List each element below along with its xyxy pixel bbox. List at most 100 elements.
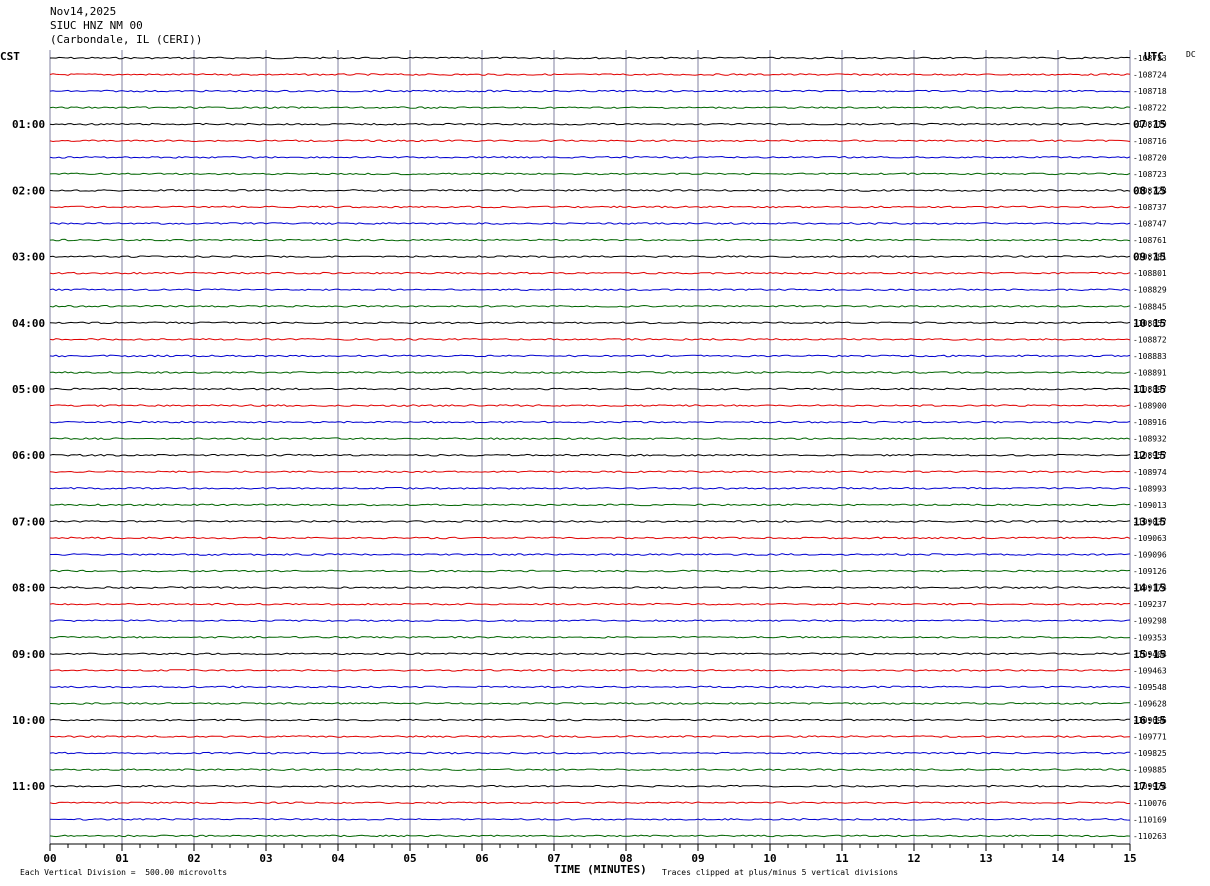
dc-offset-label: -108829 <box>1133 286 1167 295</box>
dc-offset-label: -108845 <box>1133 302 1167 311</box>
dc-offset-label: -110169 <box>1133 815 1167 824</box>
trace-line <box>49 801 1130 805</box>
trace-line <box>49 768 1130 771</box>
trace-line <box>49 751 1130 755</box>
right-hour-label: 11:15 <box>1133 383 1166 396</box>
trace-line <box>49 73 1131 76</box>
trace-line <box>49 834 1131 838</box>
trace-line <box>49 222 1131 225</box>
trace-line <box>50 553 1131 556</box>
trace-line <box>49 89 1131 93</box>
dc-offset-label: -108900 <box>1133 402 1167 411</box>
right-hour-label: 07:15 <box>1133 118 1166 131</box>
trace-line <box>49 569 1131 573</box>
left-hour-label: 03:00 <box>12 251 45 264</box>
trace-line <box>49 321 1131 325</box>
trace-line <box>49 420 1131 424</box>
left-hour-label: 02:00 <box>12 184 45 197</box>
trace-line <box>49 520 1131 523</box>
left-hour-label: 11:00 <box>12 780 45 793</box>
x-tick-label: 15 <box>1123 852 1136 865</box>
dc-offset-label: -110263 <box>1133 832 1167 841</box>
trace-line <box>49 685 1131 689</box>
dc-offset-label: -108801 <box>1133 269 1167 278</box>
dc-offset-label: -108761 <box>1133 236 1167 245</box>
x-tick-label: 03 <box>259 852 272 865</box>
left-hour-label: 10:00 <box>12 714 45 727</box>
trace-line <box>49 635 1131 639</box>
x-tick-label: 00 <box>43 852 56 865</box>
dc-offset-label: -109885 <box>1133 766 1167 775</box>
left-hour-label: 09:00 <box>12 648 45 661</box>
right-hour-label: 17:15 <box>1133 780 1166 793</box>
dc-offset-label: -108872 <box>1133 335 1167 344</box>
x-tick-label: 12 <box>907 852 920 865</box>
scale-note: Each Vertical Division = 500.00 microvol… <box>20 868 228 877</box>
trace-line <box>49 106 1131 109</box>
trace-line <box>49 205 1131 209</box>
right-hour-label: 08:15 <box>1133 184 1166 197</box>
left-hour-label: 04:00 <box>12 317 45 330</box>
x-tick-label: 11 <box>835 852 849 865</box>
x-tick-label: 14 <box>1051 852 1065 865</box>
trace-line <box>49 784 1130 788</box>
dc-offset-label: -109096 <box>1133 551 1167 560</box>
trace-line <box>49 437 1131 440</box>
trace-line <box>49 503 1131 507</box>
dc-offset-label: -109063 <box>1133 534 1167 543</box>
dc-offset-label: -109237 <box>1133 600 1167 609</box>
x-tick-label: 05 <box>403 852 416 865</box>
trace-line <box>49 602 1131 606</box>
trace-line <box>49 404 1131 407</box>
dc-offset-label: -110076 <box>1133 799 1167 808</box>
trace-line <box>49 486 1131 490</box>
dc-offset-label: -108716 <box>1133 137 1167 146</box>
trace-line <box>49 139 1131 143</box>
x-tick-label: 01 <box>115 852 129 865</box>
left-hour-label: 06:00 <box>12 449 45 462</box>
dc-offset-label: -109298 <box>1133 617 1167 626</box>
trace-line <box>49 586 1131 589</box>
dc-offset-label: -108916 <box>1133 418 1167 427</box>
dc-offset-label: -108723 <box>1133 170 1167 179</box>
x-tick-label: 09 <box>691 852 704 865</box>
dc-offset-label: -109013 <box>1133 501 1167 510</box>
x-axis-title: TIME (MINUTES) <box>554 863 647 876</box>
trace-line <box>49 271 1131 275</box>
dc-offset-label: -108720 <box>1133 153 1167 162</box>
trace-line <box>49 189 1131 192</box>
trace-line <box>50 56 1131 60</box>
right-hour-label: 12:15 <box>1133 449 1166 462</box>
trace-line <box>49 652 1131 656</box>
dc-offset-label: -108974 <box>1133 468 1167 477</box>
left-hour-label: 07:00 <box>12 515 45 528</box>
right-hour-label: 13:15 <box>1133 515 1166 528</box>
dc-offset-label: -109628 <box>1133 700 1167 709</box>
trace-line <box>49 817 1131 821</box>
right-hour-label: 15:15 <box>1133 648 1166 661</box>
x-tick-label: 10 <box>763 852 776 865</box>
dc-offset-label: -108718 <box>1133 87 1167 96</box>
dc-offset-label: -108747 <box>1133 220 1167 229</box>
dc-offset-label: -108883 <box>1133 352 1167 361</box>
dc-offset-label: -109126 <box>1133 567 1167 576</box>
trace-line <box>49 338 1131 341</box>
dc-offset-label: -109463 <box>1133 666 1167 675</box>
clip-note: Traces clipped at plus/minus 5 vertical … <box>662 868 899 877</box>
trace-line <box>49 669 1131 672</box>
trace-line <box>49 453 1131 457</box>
trace-line <box>49 536 1131 540</box>
trace-line <box>49 735 1131 738</box>
dc-offset-label: -108932 <box>1133 435 1167 444</box>
trace-line <box>49 718 1131 722</box>
trace-line <box>49 172 1131 176</box>
trace-line <box>49 702 1131 705</box>
trace-line <box>49 470 1131 474</box>
dc-offset-label: -108723 <box>1133 54 1167 63</box>
left-hour-label: 08:00 <box>12 582 45 595</box>
dc-offset-label: -108724 <box>1133 71 1167 80</box>
dc-offset-label: -108891 <box>1133 368 1167 377</box>
trace-line <box>49 371 1131 374</box>
dc-offset-label: -109548 <box>1133 683 1167 692</box>
right-hour-label: 16:15 <box>1133 714 1166 727</box>
